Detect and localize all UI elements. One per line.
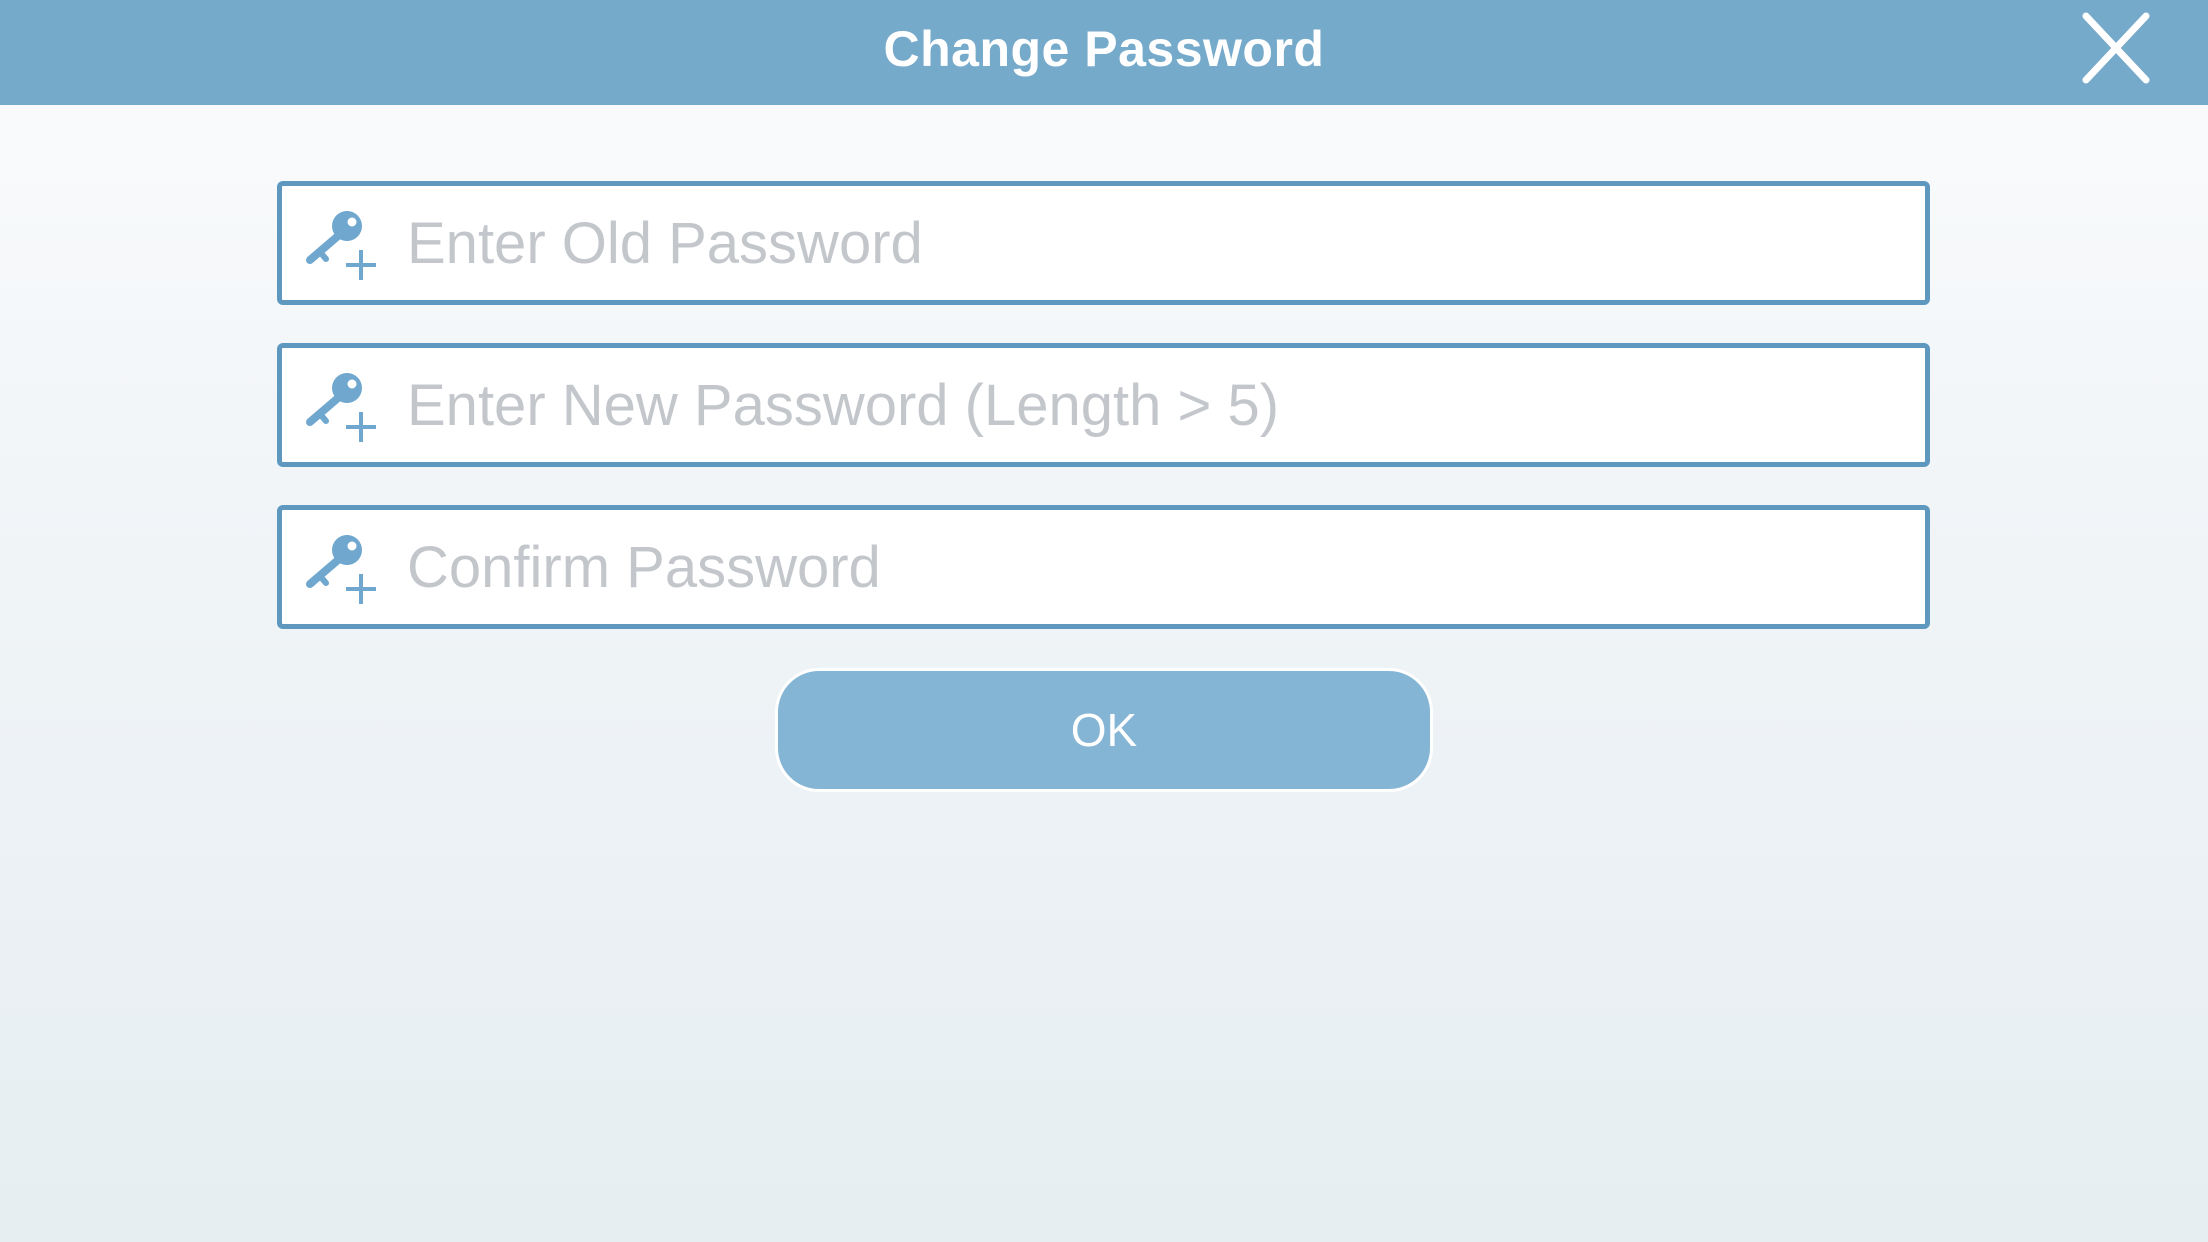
new-password-field[interactable] [277, 343, 1930, 467]
new-password-input[interactable] [407, 348, 1907, 462]
close-button[interactable] [2076, 8, 2156, 88]
ok-button[interactable]: OK [775, 668, 1433, 792]
old-password-input[interactable] [407, 186, 1907, 300]
page-title: Change Password [883, 21, 1325, 77]
key-plus-icon [306, 211, 376, 280]
old-password-field[interactable] [277, 181, 1930, 305]
confirm-password-input[interactable] [407, 510, 1907, 624]
key-plus-icon [306, 535, 376, 604]
confirm-password-field[interactable] [277, 505, 1930, 629]
header-bar: Change Password [0, 0, 2208, 105]
close-icon [2082, 12, 2150, 84]
key-plus-icon [306, 373, 376, 442]
